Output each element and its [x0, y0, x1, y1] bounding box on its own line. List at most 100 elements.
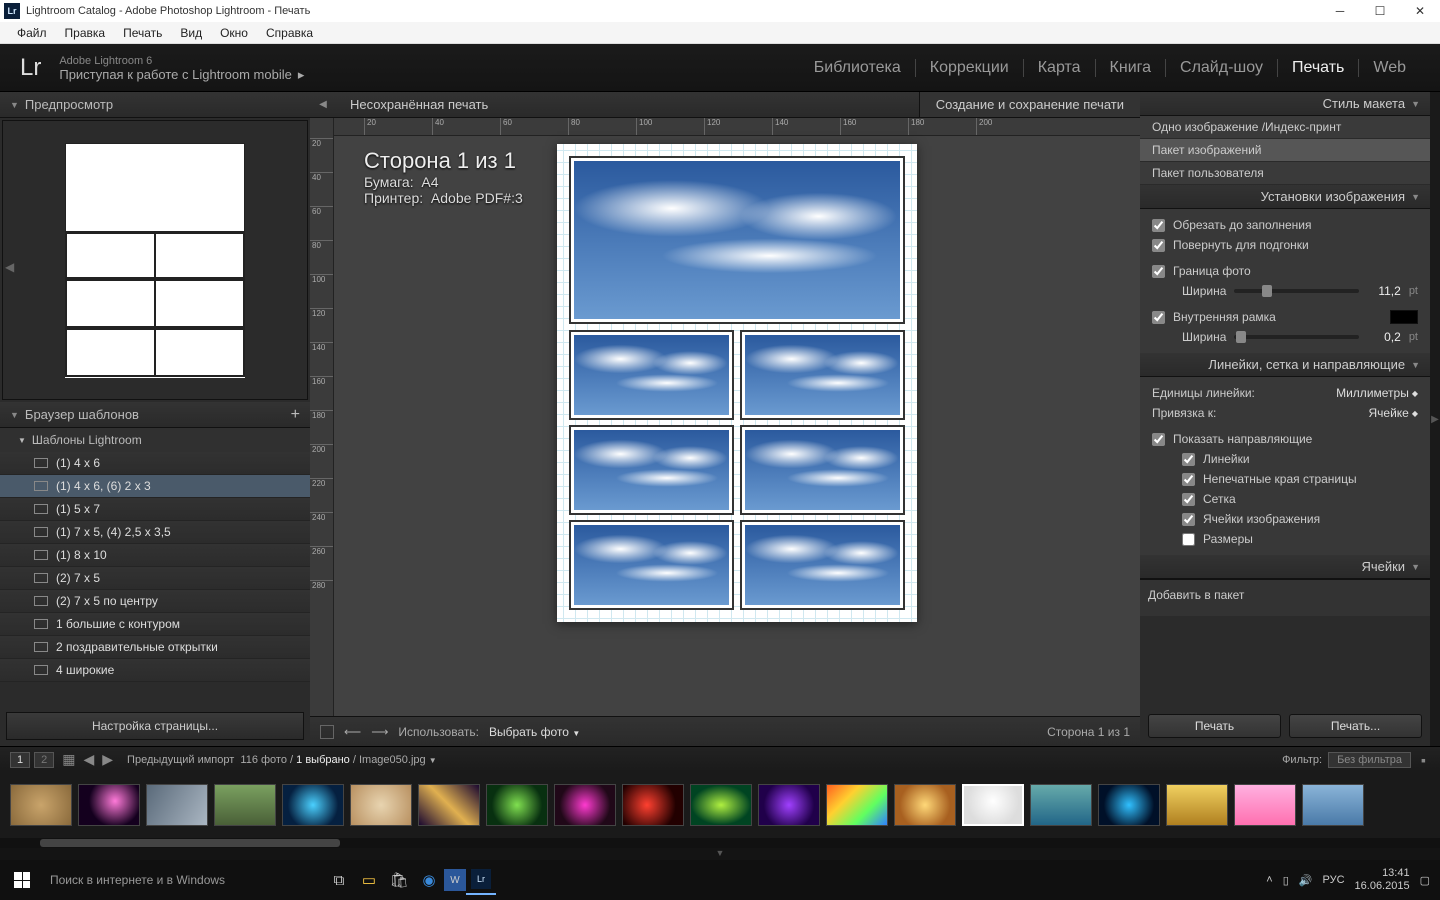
prev-page-icon[interactable]: ⟵	[344, 725, 361, 739]
print-button[interactable]: Печать	[1148, 714, 1281, 738]
preview-panel-header[interactable]: ▼Предпросмотр	[0, 92, 310, 118]
template-item[interactable]: 1 большие с контуром	[0, 613, 310, 636]
tray-clock[interactable]: 13:4116.06.2015	[1355, 867, 1410, 893]
window-minimize-button[interactable]: ─	[1320, 0, 1360, 22]
filmstrip-thumb[interactable]	[1234, 784, 1296, 826]
show-guides-checkbox[interactable]	[1152, 433, 1165, 446]
next-page-icon[interactable]: ⟶	[371, 725, 388, 739]
store-icon[interactable]: 🛍	[384, 865, 414, 895]
guide-item-checkbox[interactable]	[1182, 473, 1195, 486]
edge-icon[interactable]: ◉	[414, 865, 444, 895]
inner-width-slider[interactable]	[1234, 335, 1358, 339]
add-template-button[interactable]: +	[291, 406, 300, 424]
menu-view[interactable]: Вид	[171, 26, 211, 40]
module-Печать[interactable]: Печать	[1278, 59, 1359, 77]
filmstrip-thumb[interactable]	[962, 784, 1024, 826]
tray-chevron-icon[interactable]: ˄	[1266, 874, 1272, 886]
template-item[interactable]: (1) 4 x 6	[0, 452, 310, 475]
snap-to-dropdown[interactable]: Ячейке◆	[1368, 406, 1418, 420]
module-Коррекции[interactable]: Коррекции	[916, 59, 1024, 77]
secondary-display-2[interactable]: 2	[34, 752, 54, 768]
filmstrip-thumb[interactable]	[214, 784, 276, 826]
print-dialog-button[interactable]: Печать...	[1289, 714, 1422, 738]
template-group[interactable]: ▼Шаблоны Lightroom	[0, 428, 310, 452]
explorer-icon[interactable]: ▭	[354, 865, 384, 895]
module-Карта[interactable]: Карта	[1024, 59, 1096, 77]
guide-item-checkbox[interactable]	[1182, 513, 1195, 526]
menu-edit[interactable]: Правка	[56, 26, 115, 40]
filmstrip-thumb[interactable]	[146, 784, 208, 826]
rotate-to-fit-checkbox[interactable]	[1152, 239, 1165, 252]
source-path[interactable]: Предыдущий импорт 116 фото / 1 выбрано /…	[127, 754, 437, 766]
caret-left-icon[interactable]: ◀	[310, 99, 336, 110]
window-close-button[interactable]: ✕	[1400, 0, 1440, 22]
template-item[interactable]: (1) 8 x 10	[0, 544, 310, 567]
filmstrip-thumb[interactable]	[894, 784, 956, 826]
create-save-print-button[interactable]: Создание и сохранение печати	[919, 92, 1140, 117]
photo-cell-large[interactable]	[569, 156, 905, 324]
filmstrip-thumb[interactable]	[282, 784, 344, 826]
filmstrip-thumb[interactable]	[758, 784, 820, 826]
image-settings-header[interactable]: Установки изображения▼	[1140, 185, 1430, 209]
grid-view-icon[interactable]: ▦	[62, 751, 75, 768]
photo-border-checkbox[interactable]	[1152, 265, 1165, 278]
start-button[interactable]	[0, 860, 44, 900]
task-view-icon[interactable]: ⧉	[324, 865, 354, 895]
menu-help[interactable]: Справка	[257, 26, 322, 40]
module-Web[interactable]: Web	[1359, 59, 1420, 77]
photo-cell[interactable]	[569, 520, 734, 610]
filmstrip-thumb[interactable]	[1098, 784, 1160, 826]
template-item[interactable]: (1) 4 x 6, (6) 2 x 3	[0, 475, 310, 498]
layout-style-option[interactable]: Пакет изображений	[1140, 139, 1430, 162]
guide-item-checkbox[interactable]	[1182, 453, 1195, 466]
tray-network-icon[interactable]: ▯	[1283, 874, 1289, 887]
panel-collapse-left-icon[interactable]: ◀	[5, 260, 14, 274]
filmstrip-thumb[interactable]	[1166, 784, 1228, 826]
template-item[interactable]: 2 поздравительные открытки	[0, 636, 310, 659]
word-icon[interactable]: W	[444, 869, 466, 891]
tray-notifications-icon[interactable]: ▢	[1420, 874, 1430, 887]
template-item[interactable]: (1) 7 x 5, (4) 2,5 x 3,5	[0, 521, 310, 544]
lightroom-taskbar-icon[interactable]: Lr	[466, 865, 496, 895]
nav-back-icon[interactable]: ◀	[83, 751, 94, 768]
use-dropdown[interactable]: Выбрать фото ▼	[489, 725, 580, 739]
filter-dropdown[interactable]: Без фильтра	[1328, 752, 1411, 768]
menu-print[interactable]: Печать	[114, 26, 171, 40]
cells-header[interactable]: Ячейки▼	[1140, 555, 1430, 579]
module-Библиотека[interactable]: Библиотека	[800, 59, 916, 77]
layout-style-option[interactable]: Пакет пользователя	[1140, 162, 1430, 185]
filmstrip-scrollbar[interactable]	[0, 838, 1440, 848]
filmstrip[interactable]	[0, 772, 1440, 838]
template-item[interactable]: (1) 5 x 7	[0, 498, 310, 521]
page-setup-button[interactable]: Настройка страницы...	[6, 712, 304, 740]
tray-language[interactable]: РУС	[1323, 874, 1345, 886]
filmstrip-thumb[interactable]	[1030, 784, 1092, 826]
template-item[interactable]: 4 широкие	[0, 659, 310, 682]
module-Книга[interactable]: Книга	[1096, 59, 1166, 77]
soft-proof-checkbox[interactable]	[320, 725, 334, 739]
guide-item-checkbox[interactable]	[1182, 493, 1195, 506]
photo-cell[interactable]	[740, 330, 905, 420]
border-width-slider[interactable]	[1234, 289, 1358, 293]
print-page[interactable]	[557, 144, 917, 622]
tray-volume-icon[interactable]: 🔊	[1299, 874, 1313, 887]
filmstrip-thumb[interactable]	[1302, 784, 1364, 826]
layout-style-option[interactable]: Одно изображение /Индекс-принт	[1140, 116, 1430, 139]
filmstrip-thumb[interactable]	[690, 784, 752, 826]
filmstrip-thumb[interactable]	[78, 784, 140, 826]
photo-cell[interactable]	[740, 520, 905, 610]
secondary-display-1[interactable]: 1	[10, 752, 30, 768]
nav-fwd-icon[interactable]: ▶	[102, 751, 113, 768]
template-browser-header[interactable]: ▼Браузер шаблонов+	[0, 402, 310, 428]
menu-file[interactable]: Файл	[8, 26, 56, 40]
crop-to-fill-checkbox[interactable]	[1152, 219, 1165, 232]
inner-frame-color-swatch[interactable]	[1390, 310, 1418, 324]
taskbar-search[interactable]: Поиск в интернете и в Windows	[44, 873, 324, 887]
photo-cell[interactable]	[569, 425, 734, 515]
mobile-getting-started[interactable]: Приступая к работе с Lightroom mobile	[59, 68, 291, 82]
filmstrip-thumb[interactable]	[486, 784, 548, 826]
filmstrip-thumb[interactable]	[10, 784, 72, 826]
filmstrip-thumb[interactable]	[826, 784, 888, 826]
layout-style-header[interactable]: Стиль макета▼	[1140, 92, 1430, 116]
filmstrip-collapse-icon[interactable]: ▼	[0, 848, 1440, 860]
